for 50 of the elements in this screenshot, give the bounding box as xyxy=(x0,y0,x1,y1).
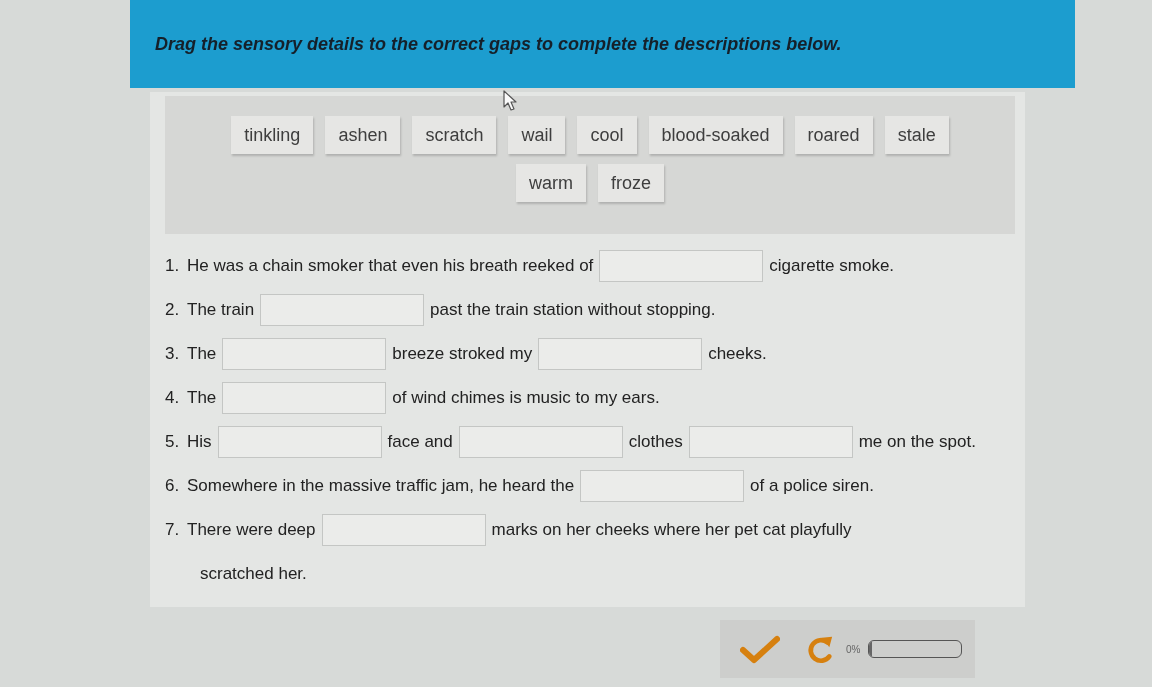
sentence-text: The train xyxy=(187,300,255,320)
mouse-pointer-icon xyxy=(503,90,517,112)
drop-field[interactable] xyxy=(321,514,486,546)
drop-field[interactable] xyxy=(458,426,623,458)
sentence-text: clothes xyxy=(628,432,683,452)
sentence-text: His xyxy=(187,432,212,452)
sentence-text: The xyxy=(187,344,217,364)
question-number: 3. xyxy=(165,344,181,364)
sentence-text: There were deep xyxy=(187,520,316,540)
sentence-text: Somewhere in the massive traffic jam, he heard the xyxy=(187,476,575,496)
sentence-text: He was a chain smoker that even his breath reeked of xyxy=(187,256,594,276)
drop-field[interactable] xyxy=(222,338,387,370)
word-chip[interactable]: roared xyxy=(794,116,873,154)
drop-field[interactable] xyxy=(599,250,764,282)
question-number: 4. xyxy=(165,388,181,408)
question-number: 1. xyxy=(165,256,181,276)
drop-field[interactable] xyxy=(580,470,745,502)
sentence-text: of wind chimes is music to my ears. xyxy=(392,388,660,408)
drop-field[interactable] xyxy=(688,426,853,458)
word-chip[interactable]: tinkling xyxy=(231,116,314,154)
word-chip[interactable]: wail xyxy=(508,116,566,154)
circular-arrow-icon[interactable] xyxy=(806,634,834,664)
drop-field[interactable] xyxy=(222,382,387,414)
sentence-text: face and xyxy=(387,432,453,452)
sentence-text: breeze stroked my xyxy=(392,344,533,364)
instruction-text: Drag the sensory details to the correct gaps to complete the descriptions below. xyxy=(155,33,842,55)
question-number: 2. xyxy=(165,300,181,320)
word-chip[interactable]: blood-soaked xyxy=(648,116,783,154)
drop-field[interactable] xyxy=(538,338,703,370)
word-chip[interactable]: cool xyxy=(577,116,637,154)
word-chip[interactable]: scratch xyxy=(412,116,497,154)
word-chip[interactable]: froze xyxy=(598,164,664,202)
checkmark-icon[interactable] xyxy=(740,634,780,664)
sentence-text: scratched her. xyxy=(200,564,307,584)
drop-field[interactable] xyxy=(217,426,382,458)
question-number: 6. xyxy=(165,476,181,496)
word-chip[interactable]: ashen xyxy=(325,116,401,154)
sentence-text: The xyxy=(187,388,217,408)
sentence-text: past the train station without stopping. xyxy=(430,300,716,320)
sentence-text: marks on her cheeks where her pet cat playfully xyxy=(491,520,852,540)
sentence-text: cigarette smoke. xyxy=(769,256,895,276)
word-chip[interactable]: warm xyxy=(516,164,586,202)
question-number: 7. xyxy=(165,520,181,540)
sentence-text: cheeks. xyxy=(708,344,767,364)
drop-field[interactable] xyxy=(260,294,425,326)
progress-label: 0% xyxy=(846,643,861,655)
sentence-text: me on the spot. xyxy=(858,432,976,452)
question-number: 5. xyxy=(165,432,181,452)
sentence-text: of a police siren. xyxy=(750,476,874,496)
word-chip[interactable]: stale xyxy=(884,116,949,154)
